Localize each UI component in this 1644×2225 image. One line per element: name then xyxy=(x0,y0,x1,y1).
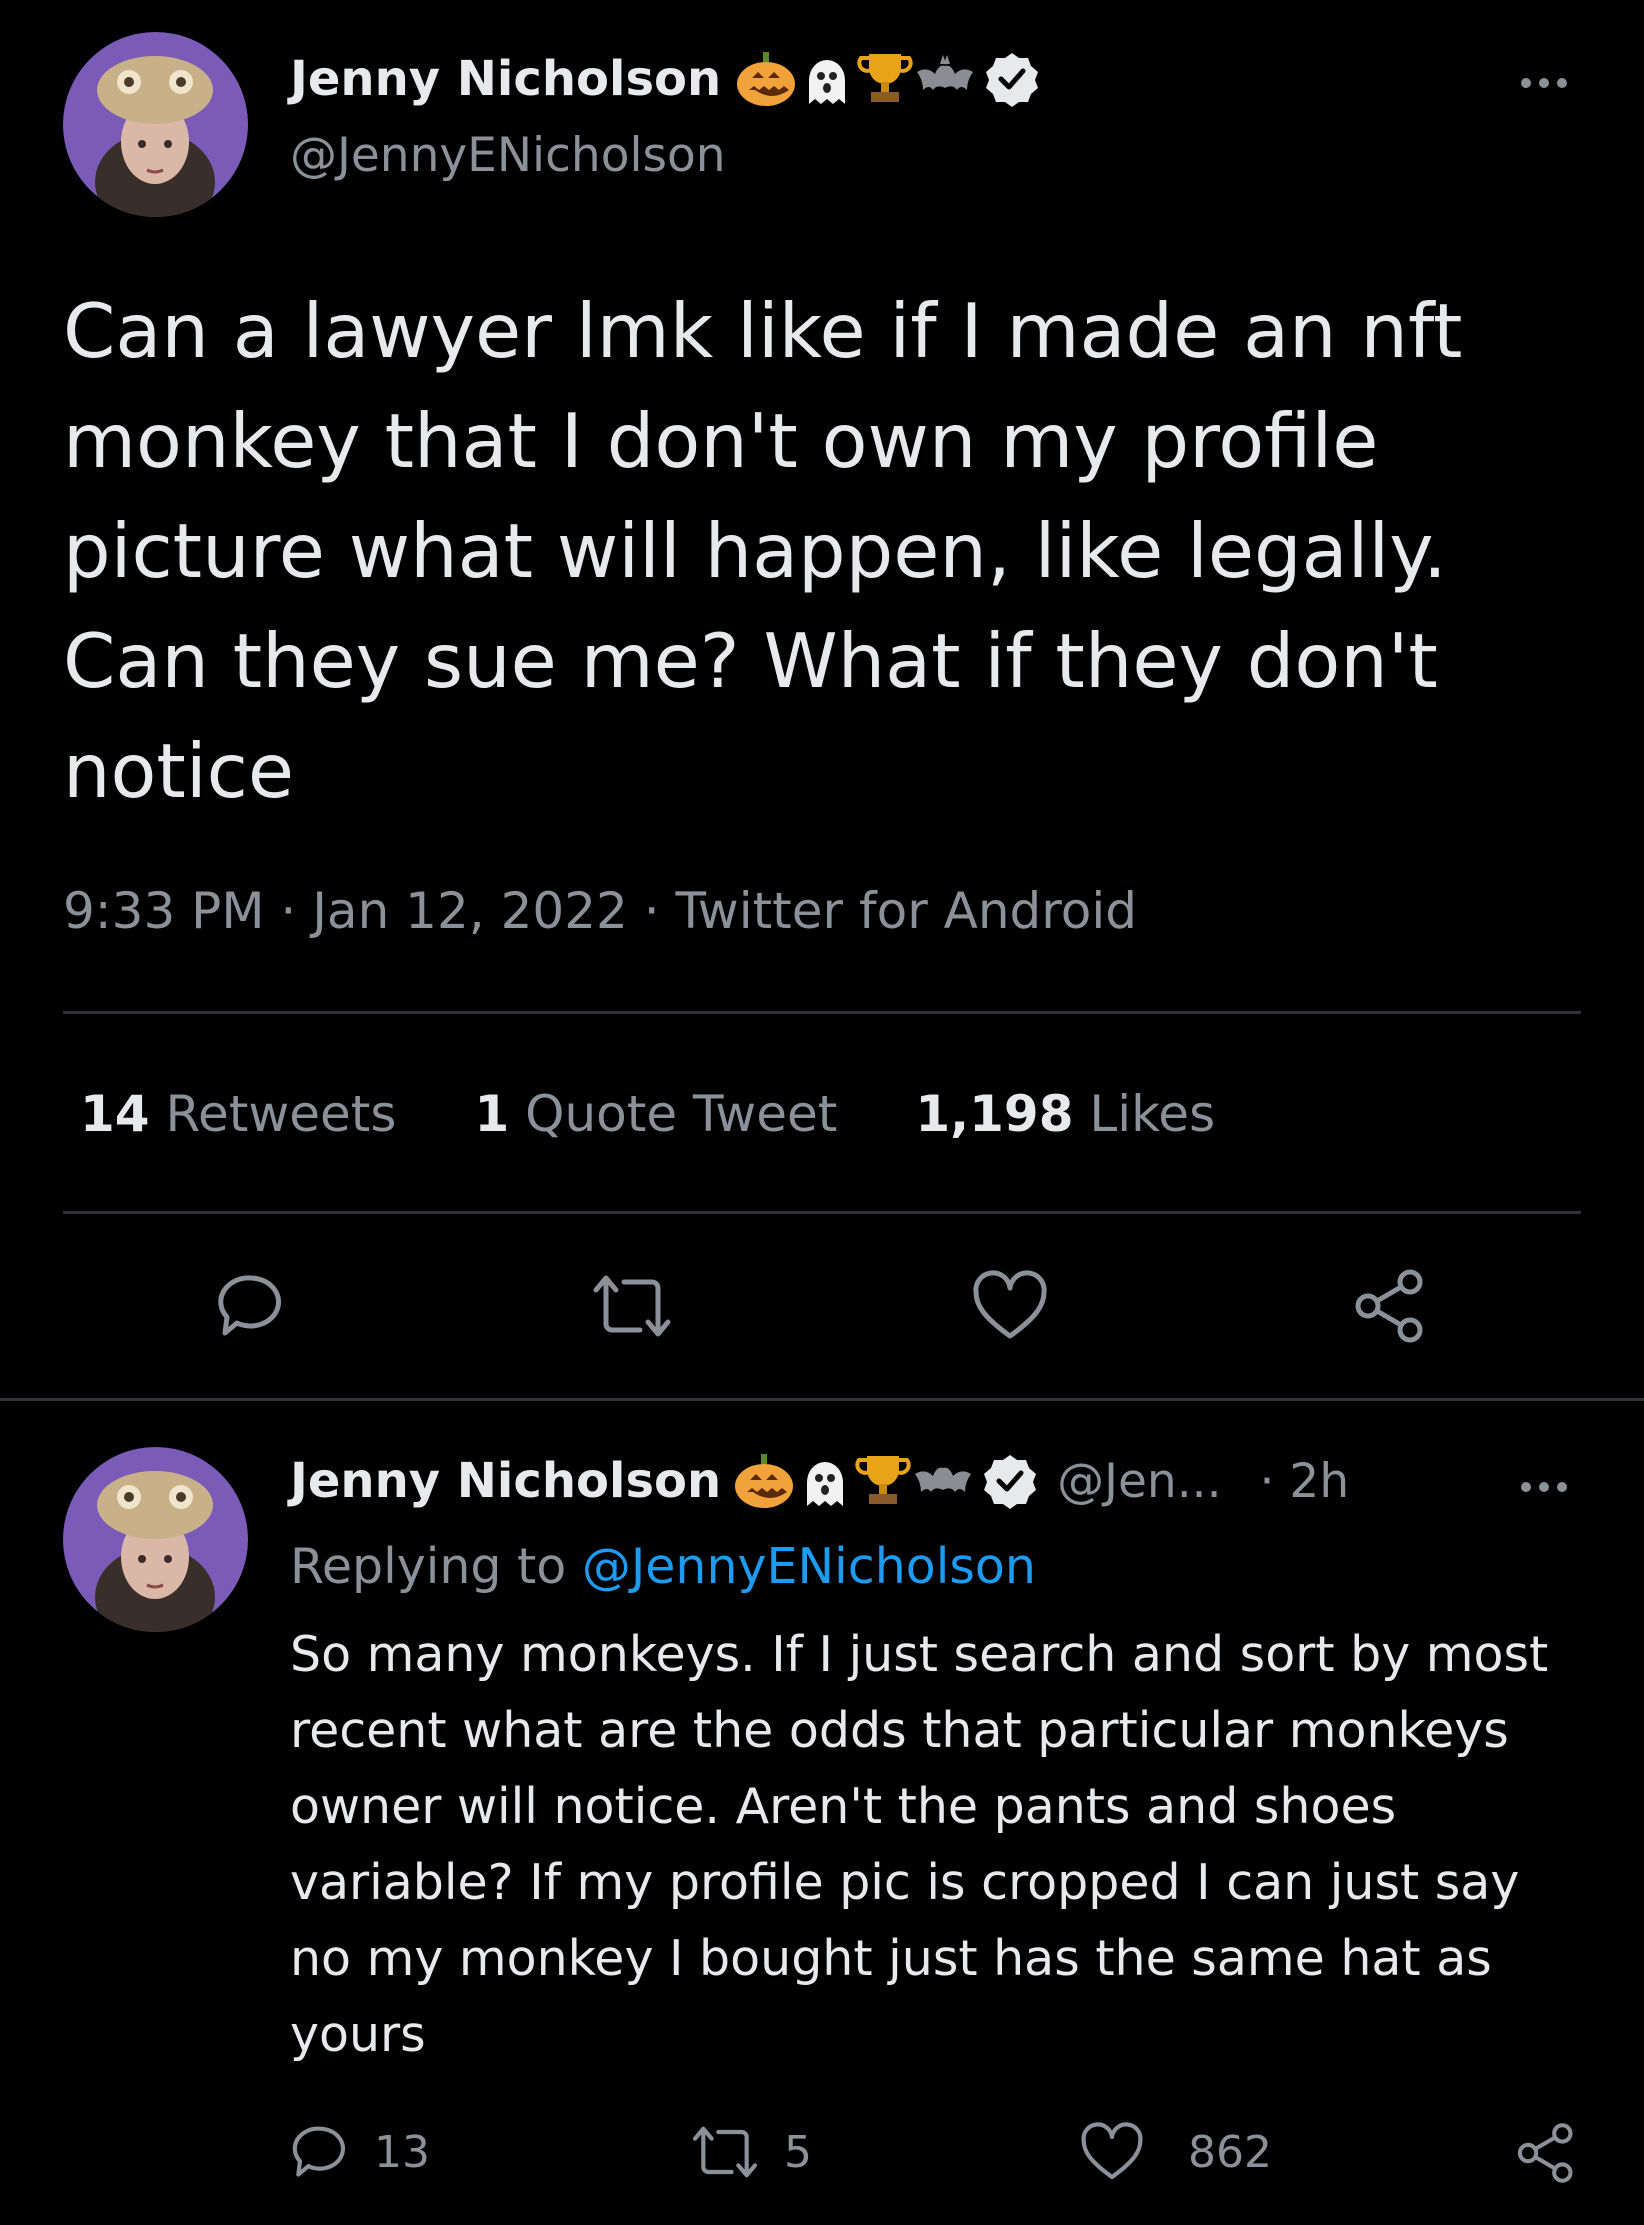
like-icon[interactable] xyxy=(1080,2122,1144,2182)
tweet-stats: 14 Retweets 1 Quote Tweet 1,198 Likes xyxy=(80,1085,1215,1143)
trophy-icon xyxy=(855,1456,911,1504)
retweet-icon[interactable] xyxy=(590,1270,674,1342)
reply-count: 13 xyxy=(374,2126,430,2178)
tweet-text: Can a lawyer lmk like if I made an nft m… xyxy=(63,276,1603,826)
tweet-text-line: Can they sue me? What if they don't xyxy=(63,617,1438,705)
likes-stat[interactable]: 1,198 Likes xyxy=(915,1085,1215,1143)
like-icon[interactable] xyxy=(972,1270,1048,1342)
like-action[interactable]: 862 xyxy=(1080,2122,1272,2182)
tweet-source[interactable]: Twitter for Android xyxy=(676,882,1137,940)
verified-icon xyxy=(984,1455,1037,1509)
author-name[interactable]: Jenny Nicholson xyxy=(290,51,721,107)
more-options-icon[interactable] xyxy=(1521,1482,1567,1492)
retweets-stat[interactable]: 14 Retweets xyxy=(80,1085,396,1143)
tweet-date[interactable]: Jan 12, 2022 xyxy=(312,882,628,940)
verified-icon xyxy=(986,53,1039,107)
tweet-meta: 9:33 PM · Jan 12, 2022 · Twitter for And… xyxy=(63,882,1137,940)
more-options-icon[interactable] xyxy=(1521,78,1567,88)
divider xyxy=(63,1211,1581,1214)
replying-to: Replying to @JennyENicholson xyxy=(290,1538,1036,1595)
retweet-count: 5 xyxy=(784,2126,812,2178)
bat-icon xyxy=(917,54,974,90)
share-icon[interactable] xyxy=(1352,1268,1428,1344)
pumpkin-icon xyxy=(735,1454,794,1508)
ghost-icon xyxy=(809,60,846,104)
name-emojis xyxy=(735,50,1041,108)
like-count: 862 xyxy=(1188,2126,1272,2178)
bat-icon xyxy=(915,1467,972,1492)
quote-tweets-stat[interactable]: 1 Quote Tweet xyxy=(474,1085,837,1143)
tweet-text-line: notice xyxy=(63,727,295,815)
name-emojis xyxy=(733,1452,1039,1510)
retweet-icon[interactable] xyxy=(690,2122,760,2182)
reply-text-line: So many monkeys. If I just search and so… xyxy=(290,1626,1549,1683)
reply-text: So many monkeys. If I just search and so… xyxy=(290,1617,1644,2073)
avatar[interactable] xyxy=(63,1447,248,1632)
ghost-icon xyxy=(807,1462,844,1506)
reply-icon[interactable] xyxy=(290,2122,350,2182)
reply-text-line: variable? If my profile pic is cropped I… xyxy=(290,1854,1520,1911)
reply-text-line: recent what are the odds that particular… xyxy=(290,1702,1509,1759)
reply-text-line: no my monkey I bought just has the same … xyxy=(290,1930,1492,1987)
reply-time[interactable]: · 2h xyxy=(1260,1454,1350,1509)
replying-to-link[interactable]: @JennyENicholson xyxy=(582,1538,1036,1595)
reply-text-line: yours xyxy=(290,2006,426,2063)
retweet-action[interactable]: 5 xyxy=(690,2122,812,2182)
reply-icon[interactable] xyxy=(215,1270,287,1342)
tweet-time[interactable]: 9:33 PM xyxy=(63,882,264,940)
divider xyxy=(63,1011,1581,1014)
tweet-text-line: Can a lawyer lmk like if I made an nft xyxy=(63,287,1463,375)
reply-handle[interactable]: @Jen... xyxy=(1057,1454,1221,1509)
tweet-text-line: picture what will happen, like legally. xyxy=(63,507,1447,595)
share-icon[interactable] xyxy=(1515,2122,1577,2184)
tweet-text-line: monkey that I don't own my profile xyxy=(63,397,1379,485)
author-handle[interactable]: @JennyENicholson xyxy=(290,128,726,183)
reply-author-name[interactable]: Jenny Nicholson xyxy=(290,1453,721,1509)
trophy-icon xyxy=(857,54,913,102)
avatar[interactable] xyxy=(63,32,248,217)
thread-divider xyxy=(0,1398,1644,1401)
reply-text-line: owner will notice. Aren't the pants and … xyxy=(290,1778,1397,1835)
reply-action[interactable]: 13 xyxy=(290,2122,430,2182)
pumpkin-icon xyxy=(737,52,796,106)
